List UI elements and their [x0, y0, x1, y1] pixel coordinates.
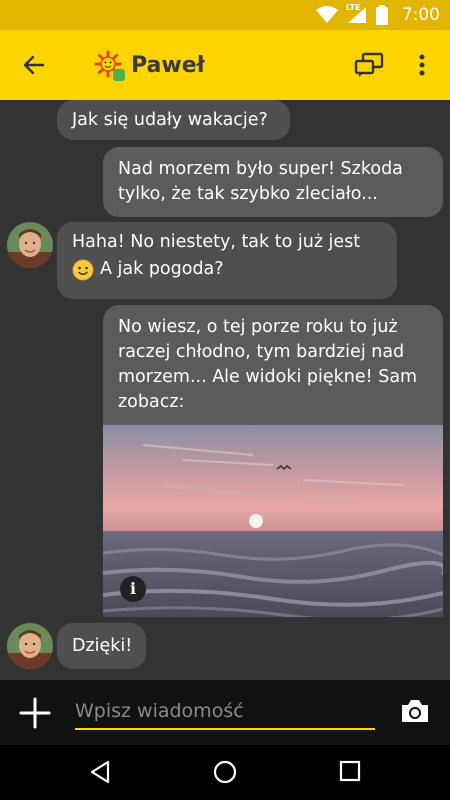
nav-recents-icon[interactable] [338, 759, 362, 783]
message-bubble-outgoing[interactable]: No wiesz, o tej porze roku to już raczej… [103, 305, 443, 425]
camera-button[interactable] [400, 698, 430, 724]
signal-icon [347, 7, 366, 23]
info-icon: i [129, 579, 137, 598]
message-bubble-incoming[interactable]: Jak się udały wakacje? [57, 100, 290, 140]
nav-home-icon[interactable] [212, 759, 238, 785]
avatar-image [7, 623, 53, 669]
message-bubble-incoming[interactable]: Dzięki! [57, 623, 146, 669]
sunset-sea-image [103, 425, 443, 617]
overflow-menu-button[interactable] [410, 50, 434, 80]
gadu-sun-icon [94, 50, 125, 81]
shared-photo[interactable] [103, 425, 443, 617]
message-text: Jak się udały wakacje? [72, 110, 268, 130]
arrow-back-icon [23, 55, 45, 75]
message-composer [0, 680, 450, 745]
more-vert-icon [419, 54, 425, 76]
photo-info-button[interactable]: i [120, 576, 146, 602]
smiley-emoji-icon [72, 259, 94, 280]
avatar-image [7, 222, 53, 268]
plus-icon [19, 697, 51, 729]
wifi-icon [315, 6, 338, 23]
contact-name[interactable]: Paweł [131, 50, 205, 82]
message-text: No wiesz, o tej porze roku to już raczej… [118, 317, 418, 412]
battery-icon [375, 5, 388, 25]
message-text: Haha! No niestety, tak to już jest [72, 232, 361, 252]
message-text: Nad morzem było super! Szkoda tylko, że … [118, 159, 403, 204]
camera-icon [402, 700, 428, 722]
switch-conversation-button[interactable] [353, 50, 385, 80]
message-text: Dzięki! [72, 636, 133, 656]
status-bar: LTE 7:00 [0, 0, 450, 30]
nav-back-icon[interactable] [88, 759, 114, 785]
chat-switch-icon [354, 52, 384, 77]
app-toolbar: Paweł [0, 30, 450, 100]
message-bubble-outgoing[interactable]: Nad morzem było super! Szkoda tylko, że … [103, 147, 443, 217]
system-nav-bar [0, 745, 450, 800]
status-time: 7:00 [401, 5, 440, 25]
back-button[interactable] [18, 49, 50, 81]
contact-avatar[interactable] [7, 623, 53, 669]
message-input[interactable] [75, 694, 375, 730]
message-bubble-incoming[interactable]: Haha! No niestety, tak to już jest A jak… [57, 222, 397, 299]
message-text-line2: A jak pogoda? [100, 259, 224, 279]
network-indicator: LTE [346, 3, 368, 24]
message-list[interactable]: Jak się udały wakacje? Nad morzem było s… [0, 100, 450, 680]
contact-avatar[interactable] [7, 222, 53, 268]
add-attachment-button[interactable] [18, 696, 52, 730]
